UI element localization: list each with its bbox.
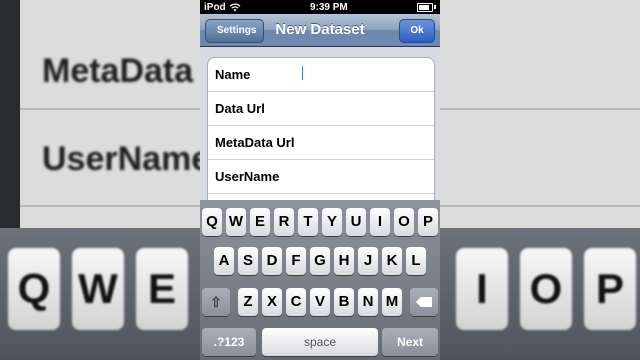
carrier-label: iPod bbox=[204, 1, 226, 13]
shift-icon: ⇧ bbox=[210, 294, 222, 310]
key-b[interactable]: B bbox=[334, 288, 354, 316]
key-k[interactable]: K bbox=[382, 247, 402, 275]
background-form-right bbox=[440, 0, 640, 228]
numbers-mode-key[interactable]: .?123 bbox=[202, 328, 256, 356]
delete-key[interactable] bbox=[410, 288, 438, 316]
key-j[interactable]: J bbox=[358, 247, 378, 275]
key-v[interactable]: V bbox=[310, 288, 330, 316]
background-form-left: MetaData UserName bbox=[20, 0, 210, 228]
key-r[interactable]: R bbox=[274, 208, 294, 236]
key-n[interactable]: N bbox=[358, 288, 378, 316]
key-s[interactable]: S bbox=[238, 247, 258, 275]
background-row bbox=[440, 110, 640, 207]
key-t[interactable]: T bbox=[298, 208, 318, 236]
key-d[interactable]: D bbox=[262, 247, 282, 275]
username-field[interactable]: UserName bbox=[208, 160, 434, 194]
username-field-label: UserName bbox=[215, 169, 280, 184]
key-z[interactable]: Z bbox=[238, 288, 258, 316]
keyboard-row-3: ⇧ Z X C V B N M bbox=[200, 288, 440, 316]
status-bar: iPod 9:39 PM bbox=[200, 0, 440, 14]
key-g[interactable]: G bbox=[310, 247, 330, 275]
key-e[interactable]: E bbox=[250, 208, 270, 236]
key-l[interactable]: L bbox=[406, 247, 426, 275]
name-field-label: Name bbox=[215, 67, 251, 82]
status-time: 9:39 PM bbox=[309, 1, 348, 13]
key-q[interactable]: Q bbox=[202, 208, 222, 236]
background-text-metadata: MetaData bbox=[42, 52, 194, 90]
shift-key[interactable]: ⇧ bbox=[202, 288, 230, 316]
background-key: O bbox=[520, 248, 572, 330]
key-y[interactable]: Y bbox=[322, 208, 342, 236]
key-o[interactable]: O bbox=[394, 208, 414, 236]
background-key: P bbox=[584, 248, 636, 330]
key-f[interactable]: F bbox=[286, 247, 306, 275]
onscreen-keyboard: Q W E R T Y U I O P A S D F G H J K L ⇧ … bbox=[200, 200, 440, 360]
key-i[interactable]: I bbox=[370, 208, 390, 236]
key-h[interactable]: H bbox=[334, 247, 354, 275]
keyboard-row-1: Q W E R T Y U I O P bbox=[200, 208, 440, 236]
key-x[interactable]: X bbox=[262, 288, 282, 316]
name-field[interactable]: Name bbox=[208, 58, 434, 92]
phone-screen: iPod 9:39 PM Settings New Dataset Ok Nam… bbox=[200, 0, 440, 360]
ok-button[interactable]: Ok bbox=[399, 19, 435, 43]
key-m[interactable]: M bbox=[382, 288, 402, 316]
key-c[interactable]: C bbox=[286, 288, 306, 316]
background-row bbox=[440, 8, 640, 110]
next-key[interactable]: Next bbox=[382, 328, 438, 356]
background-key: W bbox=[72, 248, 124, 330]
space-key[interactable]: space bbox=[262, 328, 378, 356]
metadata-url-field[interactable]: MetaData Url bbox=[208, 126, 434, 160]
key-w[interactable]: W bbox=[226, 208, 246, 236]
key-a[interactable]: A bbox=[214, 247, 234, 275]
key-u[interactable]: U bbox=[346, 208, 366, 236]
delete-icon bbox=[416, 297, 432, 307]
text-cursor bbox=[302, 66, 303, 80]
navigation-bar: Settings New Dataset Ok bbox=[200, 14, 440, 47]
data-url-field-label: Data Url bbox=[215, 101, 265, 116]
background-key: I bbox=[456, 248, 508, 330]
keyboard-row-2: A S D F G H J K L bbox=[200, 247, 440, 275]
key-p[interactable]: P bbox=[418, 208, 438, 236]
background-key: E bbox=[136, 248, 188, 330]
battery-icon bbox=[417, 2, 436, 12]
wifi-icon bbox=[229, 2, 241, 11]
data-url-field[interactable]: Data Url bbox=[208, 92, 434, 126]
background-text-username: UserName bbox=[42, 140, 211, 178]
metadata-url-field-label: MetaData Url bbox=[215, 135, 295, 150]
keyboard-row-4: .?123 space Next bbox=[200, 328, 440, 356]
background-key: Q bbox=[8, 248, 60, 330]
